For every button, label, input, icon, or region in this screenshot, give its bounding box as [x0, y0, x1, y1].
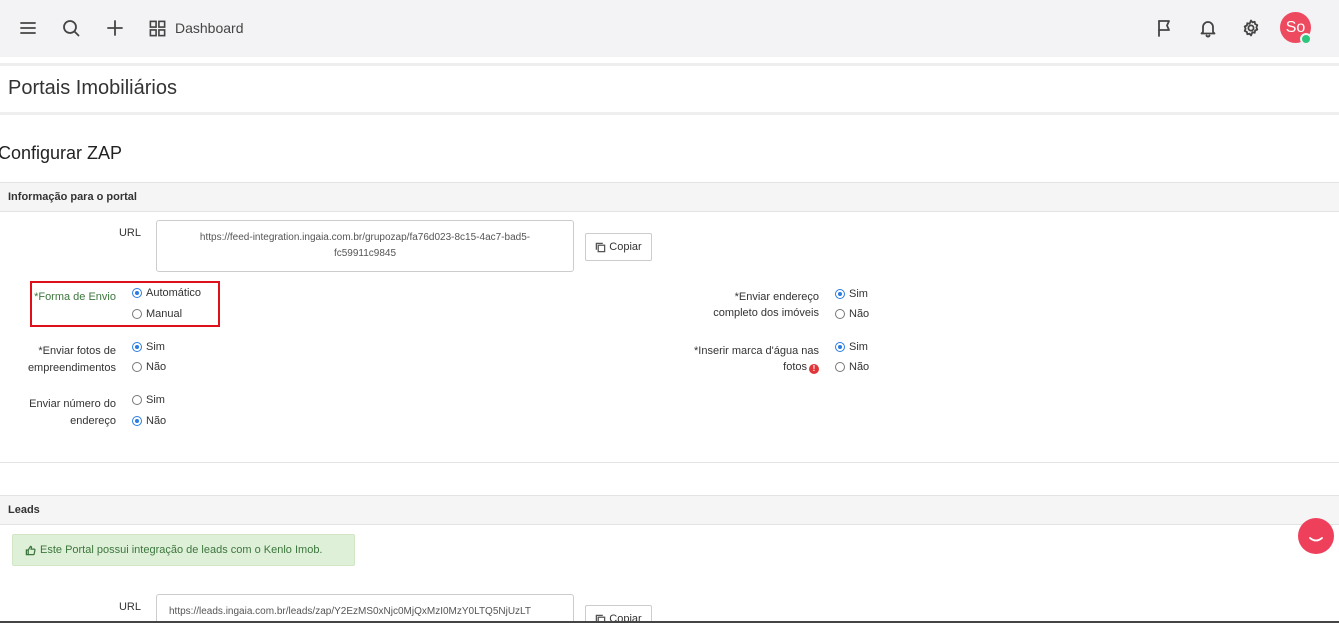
enviar-numero-label: Enviar número do endereço: [29, 398, 116, 427]
url-label: URL: [118, 227, 141, 239]
divider: [0, 63, 1339, 66]
radio-dot[interactable]: [132, 309, 142, 319]
radio-dot[interactable]: [132, 416, 142, 426]
page-title: Portais Imobiliários: [8, 77, 177, 99]
enviar-fotos-label: *Enviar fotos de empreendimentos: [10, 343, 116, 377]
warning-icon[interactable]: !: [809, 364, 819, 374]
leads-url-field[interactable]: https://leads.ingaia.com.br/leads/zap/Y2…: [156, 594, 574, 623]
leads-url-label: URL: [118, 601, 141, 613]
radio-numero-sim[interactable]: Sim: [132, 394, 165, 406]
menu-icon[interactable]: [14, 14, 42, 42]
divider: [0, 112, 1339, 115]
radio-dot[interactable]: [835, 362, 845, 372]
enviar-endereco-text: Enviar endereço completo dos imóveis: [713, 291, 819, 319]
bell-icon[interactable]: [1194, 14, 1222, 42]
radio-endereco-sim[interactable]: Sim: [835, 288, 868, 300]
radio-label: Automático: [146, 287, 202, 299]
forma-envio-text: Forma de Envio: [38, 291, 116, 303]
radio-label: Não: [849, 361, 870, 373]
radio-label: Sim: [146, 341, 165, 353]
copy-label: Copiar: [609, 241, 642, 253]
forma-envio-label: *Forma de Envio: [30, 289, 116, 305]
section-heading-info: Informação para o portal: [0, 182, 1339, 212]
radio-label: Não: [146, 415, 167, 427]
top-bar: Dashboard So: [0, 0, 1339, 57]
radio-numero-nao[interactable]: Não: [132, 415, 166, 427]
radio-dot[interactable]: [132, 342, 142, 352]
radio-label: Não: [849, 308, 870, 320]
copy-icon: [596, 242, 606, 252]
radio-label: Sim: [146, 394, 165, 406]
radio-label: Sim: [849, 341, 868, 353]
config-title: Configurar ZAP: [0, 143, 123, 163]
radio-fotos-sim[interactable]: Sim: [132, 341, 165, 353]
radio-endereco-nao[interactable]: Não: [835, 308, 869, 320]
radio-dot[interactable]: [132, 362, 142, 372]
radio-fotos-nao[interactable]: Não: [132, 361, 166, 373]
thumbs-up-icon: [25, 545, 36, 555]
radio-marca-sim[interactable]: Sim: [835, 341, 868, 353]
section-heading-leads: Leads: [0, 495, 1339, 525]
dashboard-link[interactable]: Dashboard: [148, 17, 244, 39]
copy-feed-url-button[interactable]: Copiar: [585, 233, 652, 261]
grid-icon: [149, 20, 166, 36]
radio-forma-manual[interactable]: Manual: [132, 308, 182, 320]
radio-label: Manual: [146, 308, 183, 320]
divider: [0, 462, 1339, 463]
dashboard-label: Dashboard: [175, 20, 244, 36]
plus-icon[interactable]: [101, 14, 129, 42]
radio-label: Não: [146, 361, 167, 373]
enviar-endereco-label: *Enviar endereço completo dos imóveis: [700, 289, 819, 323]
radio-dot[interactable]: [835, 342, 845, 352]
flag-icon[interactable]: [1150, 14, 1178, 42]
search-icon[interactable]: [57, 14, 85, 42]
radio-dot[interactable]: [132, 395, 142, 405]
radio-forma-automatico[interactable]: Automático: [132, 287, 201, 299]
radio-dot[interactable]: [132, 288, 142, 298]
radio-label: Sim: [849, 288, 868, 300]
marca-agua-label: *Inserir marca d'água nas fotos!: [690, 343, 819, 377]
alert-text: Este Portal possui integração de leads c…: [40, 544, 323, 556]
radio-dot[interactable]: [835, 289, 845, 299]
marca-agua-text: Inserir marca d'água nas fotos: [698, 345, 819, 373]
feed-url-field[interactable]: https://feed-integration.ingaia.com.br/g…: [156, 220, 574, 272]
chat-widget-button[interactable]: [1298, 518, 1334, 554]
chat-icon: [1309, 537, 1323, 542]
radio-marca-nao[interactable]: Não: [835, 361, 869, 373]
radio-dot[interactable]: [835, 309, 845, 319]
gear-icon[interactable]: [1237, 14, 1265, 42]
online-status-dot: [1300, 33, 1312, 45]
leads-integration-alert: Este Portal possui integração de leads c…: [12, 534, 355, 566]
